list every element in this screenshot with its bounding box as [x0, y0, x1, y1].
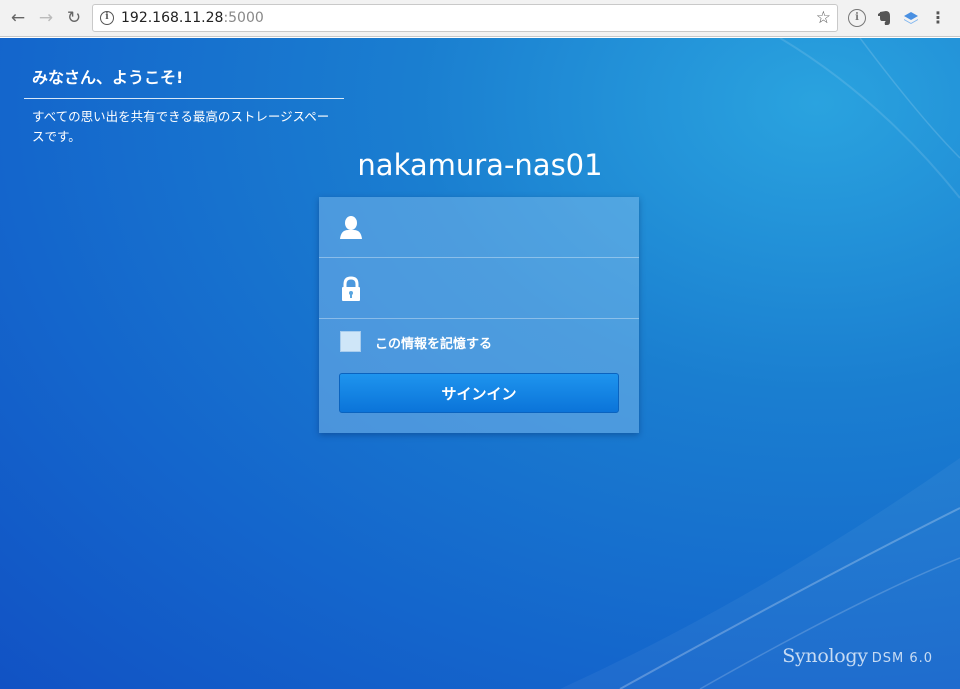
- layers-extension-icon[interactable]: [902, 9, 920, 27]
- username-input[interactable]: [373, 207, 625, 247]
- signin-button[interactable]: サインイン: [339, 373, 619, 413]
- url-text[interactable]: 192.168.11.28:5000: [121, 10, 264, 26]
- brand-name: Synology: [782, 645, 868, 667]
- reload-icon[interactable]: ↻: [64, 8, 84, 28]
- welcome-panel: みなさん、ようこそ! すべての思い出を共有できる最高のストレージスペースです。: [24, 58, 344, 147]
- url-host: 192.168.11.28: [121, 10, 224, 26]
- password-input[interactable]: [373, 268, 625, 308]
- browser-toolbar: ← → ↻ i 192.168.11.28:5000 ☆ i ⋮: [0, 0, 960, 37]
- forward-arrow-icon[interactable]: →: [36, 8, 56, 28]
- password-row: [319, 258, 639, 319]
- synology-dsm-logo: Synology DSM 6.0: [782, 645, 933, 667]
- user-icon: [340, 216, 362, 239]
- evernote-elephant-icon[interactable]: [876, 9, 894, 27]
- address-bar[interactable]: i 192.168.11.28:5000 ☆: [92, 4, 838, 32]
- welcome-subtitle: すべての思い出を共有できる最高のストレージスペースです。: [32, 109, 330, 144]
- remember-label[interactable]: この情報を記憶する: [375, 333, 492, 352]
- extension-info-icon[interactable]: i: [848, 9, 866, 27]
- back-arrow-icon[interactable]: ←: [8, 8, 28, 28]
- url-port: :5000: [223, 10, 264, 26]
- site-info-icon[interactable]: i: [100, 11, 114, 25]
- brand-product: DSM 6.0: [871, 651, 933, 666]
- server-hostname: nakamura-nas01: [357, 148, 603, 182]
- remember-checkbox[interactable]: [340, 331, 361, 352]
- lock-icon: [342, 276, 360, 301]
- login-page: みなさん、ようこそ! すべての思い出を共有できる最高のストレージスペースです。 …: [0, 38, 960, 689]
- username-row: [319, 197, 639, 258]
- login-form: この情報を記憶する サインイン: [319, 197, 639, 433]
- welcome-title: みなさん、ようこそ!: [24, 58, 344, 99]
- bookmark-star-icon[interactable]: ☆: [816, 8, 831, 28]
- browser-menu-icon[interactable]: ⋮: [930, 9, 946, 27]
